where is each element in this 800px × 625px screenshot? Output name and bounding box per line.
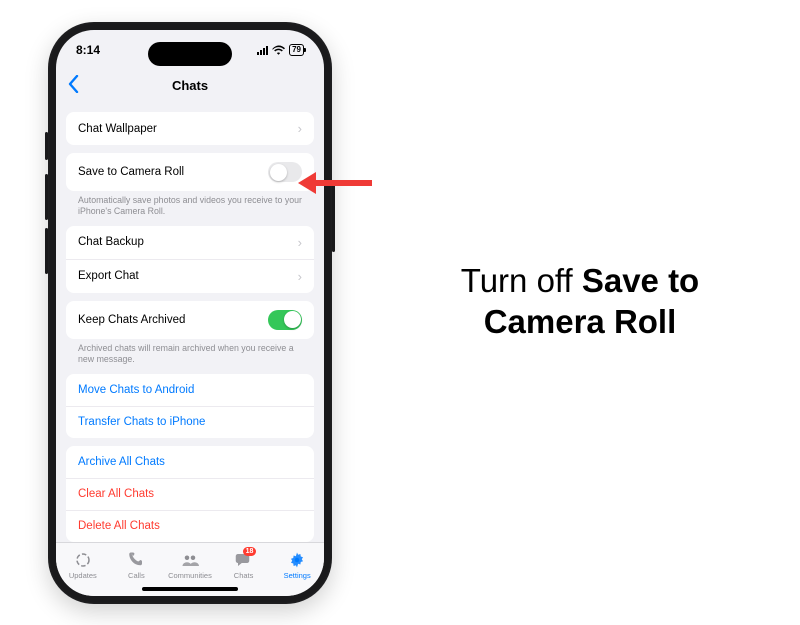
tab-calls[interactable]: Calls bbox=[110, 543, 164, 588]
tab-label: Settings bbox=[284, 571, 311, 580]
instruction-text: Turn off Save to Camera Roll bbox=[400, 260, 760, 343]
page-title: Chats bbox=[172, 78, 208, 93]
row-label: Clear All Chats bbox=[78, 488, 154, 500]
home-indicator bbox=[142, 587, 238, 591]
row-chat-backup[interactable]: Chat Backup › bbox=[66, 226, 314, 259]
chevron-right-icon: › bbox=[298, 269, 302, 284]
row-label: Save to Camera Roll bbox=[78, 166, 184, 178]
row-label: Transfer Chats to iPhone bbox=[78, 416, 205, 428]
row-label: Chat Wallpaper bbox=[78, 123, 157, 135]
tab-label: Communities bbox=[168, 571, 212, 580]
phone-frame: 8:14 79 Chats bbox=[48, 22, 332, 604]
note-keep-archived: Archived chats will remain archived when… bbox=[66, 339, 314, 366]
tab-updates[interactable]: Updates bbox=[56, 543, 110, 588]
row-label: Keep Chats Archived bbox=[78, 314, 185, 326]
tab-communities[interactable]: Communities bbox=[163, 543, 217, 588]
chevron-right-icon: › bbox=[298, 235, 302, 250]
tab-settings[interactable]: Settings bbox=[270, 543, 324, 588]
battery-indicator: 79 bbox=[289, 44, 304, 56]
row-move-android[interactable]: Move Chats to Android bbox=[66, 374, 314, 406]
gear-icon bbox=[288, 551, 306, 569]
row-delete-all[interactable]: Delete All Chats bbox=[66, 510, 314, 542]
chats-badge: 18 bbox=[243, 547, 257, 556]
row-archive-all[interactable]: Archive All Chats bbox=[66, 446, 314, 478]
instruction-prefix: Turn off bbox=[461, 262, 582, 299]
volume-down-button bbox=[45, 228, 48, 274]
row-export-chat[interactable]: Export Chat › bbox=[66, 259, 314, 293]
row-label: Move Chats to Android bbox=[78, 384, 194, 396]
chevron-right-icon: › bbox=[298, 121, 302, 136]
tab-label: Calls bbox=[128, 571, 145, 580]
dynamic-island bbox=[148, 42, 232, 66]
back-button[interactable] bbox=[68, 75, 79, 96]
phone-icon bbox=[127, 551, 145, 569]
nav-header: Chats bbox=[56, 70, 324, 100]
toggle-save-camera-roll[interactable] bbox=[268, 162, 302, 182]
toggle-keep-archived[interactable] bbox=[268, 310, 302, 330]
row-label: Chat Backup bbox=[78, 236, 144, 248]
row-label: Delete All Chats bbox=[78, 520, 160, 532]
note-save-camera-roll: Automatically save photos and videos you… bbox=[66, 191, 314, 218]
side-button bbox=[45, 132, 48, 160]
people-icon bbox=[181, 551, 199, 569]
updates-icon bbox=[74, 551, 92, 569]
row-keep-archived[interactable]: Keep Chats Archived bbox=[66, 301, 314, 339]
tab-label: Chats bbox=[234, 571, 254, 580]
row-save-camera-roll[interactable]: Save to Camera Roll bbox=[66, 153, 314, 191]
row-chat-wallpaper[interactable]: Chat Wallpaper › bbox=[66, 112, 314, 145]
power-button bbox=[332, 182, 335, 252]
row-clear-all[interactable]: Clear All Chats bbox=[66, 478, 314, 510]
wifi-icon bbox=[272, 45, 285, 55]
row-transfer-iphone[interactable]: Transfer Chats to iPhone bbox=[66, 406, 314, 438]
status-time: 8:14 bbox=[76, 43, 100, 57]
tab-chats[interactable]: 18 Chats bbox=[217, 543, 271, 588]
volume-up-button bbox=[45, 174, 48, 220]
row-label: Export Chat bbox=[78, 270, 139, 282]
phone-screen: 8:14 79 Chats bbox=[56, 30, 324, 596]
tab-label: Updates bbox=[69, 571, 97, 580]
cellular-icon bbox=[257, 45, 268, 55]
row-label: Archive All Chats bbox=[78, 456, 165, 468]
settings-content: Chat Wallpaper › Save to Camera Roll Aut… bbox=[56, 100, 324, 542]
